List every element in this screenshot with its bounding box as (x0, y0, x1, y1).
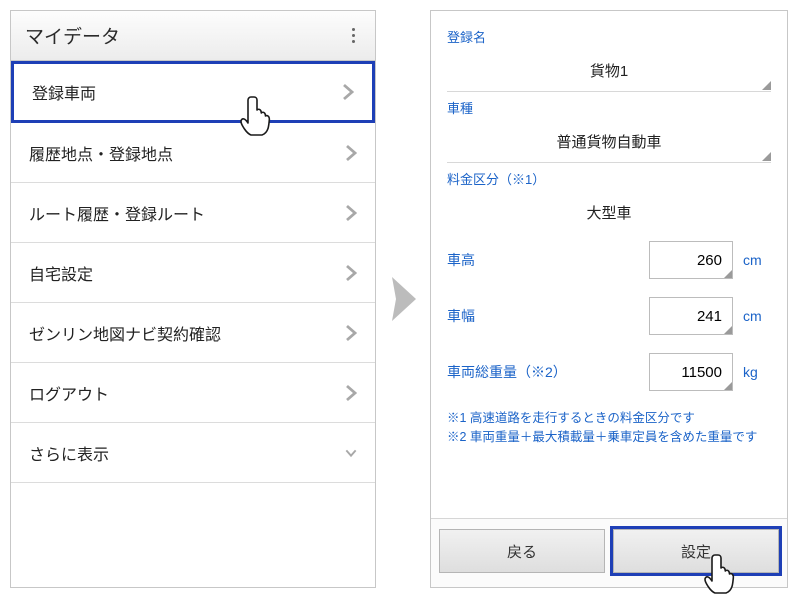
height-input[interactable] (649, 241, 733, 279)
menu-item-label: 履歴地点・登録地点 (29, 141, 173, 165)
more-options-icon[interactable] (346, 22, 361, 49)
width-input[interactable] (649, 297, 733, 335)
fare-class-value: 大型車 (447, 192, 771, 233)
set-button[interactable]: 設定 (613, 529, 779, 573)
menu-item-label: 登録車両 (32, 80, 96, 104)
my-data-title: マイデータ (25, 22, 120, 49)
flow-arrow-icon (390, 275, 418, 323)
fare-class-label: 料金区分（※1） (447, 169, 771, 188)
my-data-panel: マイデータ 登録車両 履歴地点・登録地点 ルート履歴・登録ルート 自宅設定 ゼン… (10, 10, 376, 588)
vehicle-type-field[interactable]: 普通貨物自動車 (447, 121, 771, 163)
chevron-right-icon (345, 144, 357, 162)
footnote-1: ※1 高速道路を走行するときの料金区分です (447, 409, 771, 428)
chevron-right-icon (345, 204, 357, 222)
chevron-right-icon (345, 324, 357, 342)
menu-item-zenrin-contract[interactable]: ゼンリン地図ナビ契約確認 (11, 303, 375, 363)
vehicle-form-panel: 登録名 貨物1 車種 普通貨物自動車 料金区分（※1） 大型車 車高 cm 車幅… (430, 10, 788, 588)
footnotes: ※1 高速道路を走行するときの料金区分です ※2 車両重量＋最大積載量＋乗車定員… (447, 409, 771, 447)
height-label: 車高 (447, 250, 475, 270)
menu-item-label: ルート履歴・登録ルート (29, 201, 205, 225)
menu-item-label: 自宅設定 (29, 261, 93, 285)
back-button[interactable]: 戻る (439, 529, 605, 573)
chevron-down-icon (345, 444, 357, 462)
width-unit: cm (743, 308, 771, 324)
menu-item-label: さらに表示 (29, 441, 109, 465)
gross-weight-input[interactable] (649, 353, 733, 391)
my-data-header: マイデータ (11, 11, 375, 61)
menu-item-label: ログアウト (29, 381, 109, 405)
gross-weight-label: 車両総重量（※2） (447, 362, 567, 382)
menu-item-route-history[interactable]: ルート履歴・登録ルート (11, 183, 375, 243)
menu-item-registered-vehicles[interactable]: 登録車両 (11, 61, 375, 123)
gross-weight-unit: kg (743, 364, 771, 380)
height-unit: cm (743, 252, 771, 268)
menu-item-logout[interactable]: ログアウト (11, 363, 375, 423)
menu-item-show-more[interactable]: さらに表示 (11, 423, 375, 483)
footnote-2: ※2 車両重量＋最大積載量＋乗車定員を含めた重量です (447, 428, 771, 447)
chevron-right-icon (342, 83, 354, 101)
chevron-right-icon (345, 264, 357, 282)
form-footer: 戻る 設定 (431, 518, 787, 587)
menu-item-label: ゼンリン地図ナビ契約確認 (29, 321, 221, 345)
chevron-right-icon (345, 384, 357, 402)
gross-weight-row: 車両総重量（※2） kg (447, 353, 771, 391)
reg-name-field[interactable]: 貨物1 (447, 50, 771, 92)
width-row: 車幅 cm (447, 297, 771, 335)
width-label: 車幅 (447, 306, 475, 326)
height-row: 車高 cm (447, 241, 771, 279)
menu-item-history-points[interactable]: 履歴地点・登録地点 (11, 123, 375, 183)
vehicle-type-label: 車種 (447, 98, 771, 117)
reg-name-label: 登録名 (447, 27, 771, 46)
menu-item-home-setting[interactable]: 自宅設定 (11, 243, 375, 303)
